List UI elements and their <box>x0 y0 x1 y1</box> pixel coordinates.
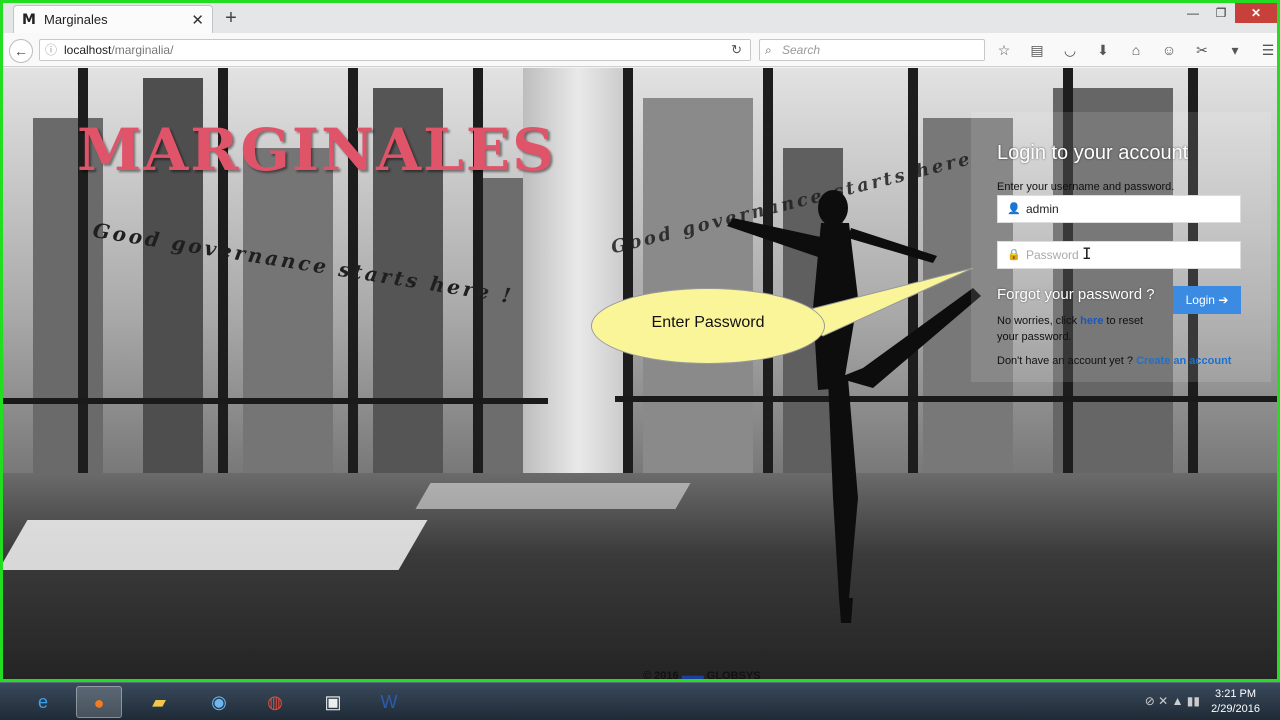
marginales-logo: MARGINALES <box>77 116 556 184</box>
thunderbird-icon[interactable]: ◉ <box>196 686 242 718</box>
tab-marginales[interactable]: M Marginales ✕ <box>13 5 213 33</box>
clock-date: 2/29/2016 <box>1211 703 1260 715</box>
reset-password-text: No worries, click here to reset your pas… <box>997 313 1157 345</box>
search-input[interactable]: ⌕ Search <box>759 39 985 61</box>
arrow-circle-icon: ➔ <box>1218 293 1229 307</box>
create-account-link[interactable]: Create an account <box>1136 355 1231 367</box>
login-title: Login to your account <box>997 142 1189 164</box>
back-button[interactable]: ← <box>9 39 33 63</box>
ballet-barre <box>3 398 548 404</box>
system-tray[interactable]: ⊘ ✕ ▲ ▮▮ <box>1145 694 1200 708</box>
navigation-bar: ← ⓘ localhost/marginalia/ ↻ ⌕ Search ☆ ▤… <box>3 33 1277 67</box>
lock-icon: 🔒 <box>1007 249 1021 261</box>
word-icon[interactable]: W <box>366 686 412 718</box>
reading-list-icon[interactable]: ▤ <box>1026 39 1048 61</box>
password-placeholder: Password <box>1026 248 1079 262</box>
callout-text: Enter Password <box>651 314 765 331</box>
home-icon[interactable]: ⌂ <box>1125 39 1147 61</box>
password-field[interactable]: 🔒 Password <box>997 241 1241 269</box>
close-window-icon[interactable]: ✕ <box>1235 3 1277 23</box>
globsys-logo-icon: ▬▬ <box>681 670 704 679</box>
new-tab-button[interactable]: + <box>221 7 241 29</box>
tab-title: Marginales <box>44 12 108 27</box>
web-page: MARGINALES Good governance starts here !… <box>3 68 1277 679</box>
minimize-icon[interactable]: — <box>1179 3 1207 23</box>
clock[interactable]: 3:21 PM 2/29/2016 <box>1211 687 1260 717</box>
floor-light <box>3 520 428 570</box>
chrome-icon[interactable]: ◍ <box>252 686 298 718</box>
overflow-arrow-icon[interactable]: ▾ <box>1224 39 1246 61</box>
login-button[interactable]: Login ➔ <box>1173 286 1241 314</box>
restore-icon[interactable]: ❐ <box>1207 3 1235 23</box>
chat-icon[interactable]: ☺ <box>1158 39 1180 61</box>
clock-time: 3:21 PM <box>1215 688 1257 700</box>
reload-icon[interactable]: ↻ <box>731 40 742 60</box>
reset-text-prefix: No worries, click <box>997 315 1081 327</box>
pocket-icon[interactable]: ◡ <box>1059 39 1081 61</box>
menu-icon[interactable]: ☰ <box>1257 39 1277 61</box>
url-host: localhost <box>64 43 112 57</box>
user-icon: 👤 <box>1007 203 1021 215</box>
username-field[interactable]: 👤 admin <box>997 195 1241 223</box>
favicon-icon: M <box>22 11 36 28</box>
building <box>243 148 333 478</box>
window-mullion <box>623 68 633 478</box>
login-button-label: Login <box>1185 293 1215 307</box>
tab-strip: M Marginales ✕ + — ❐ ✕ <box>3 3 1277 33</box>
close-tab-icon[interactable]: ✕ <box>191 11 204 29</box>
url-path: /marginalia/ <box>111 43 174 57</box>
firefox-icon[interactable]: ● <box>76 686 122 718</box>
url-bar[interactable]: ⓘ localhost/marginalia/ ↻ <box>39 39 751 61</box>
copyright-brand: GLOBSYS <box>706 670 761 679</box>
downloads-icon[interactable]: ⬇ <box>1092 39 1114 61</box>
toolbar-icons: ☆ ▤ ◡ ⬇ ⌂ ☺ ✂ ▾ ☰ <box>993 39 1277 61</box>
file-explorer-icon[interactable]: ▰ <box>136 686 182 718</box>
window-controls: — ❐ ✕ <box>1179 3 1277 23</box>
copyright: © 2016 ▬▬ GLOBSYS <box>643 670 761 679</box>
search-icon: ⌕ <box>765 43 772 57</box>
create-account-text: Don't have an account yet ? Create an ac… <box>997 355 1231 367</box>
bookmark-star-icon[interactable]: ☆ <box>993 39 1015 61</box>
browser-window: M Marginales ✕ + — ❐ ✕ ← ⓘ localhost/mar… <box>0 0 1280 682</box>
no-account-prefix: Don't have an account yet ? <box>997 355 1137 367</box>
text-cursor-icon: I <box>1082 244 1092 263</box>
username-value: admin <box>1026 202 1059 216</box>
site-info-icon[interactable]: ⓘ <box>45 40 57 60</box>
search-placeholder: Search <box>782 43 821 57</box>
copyright-prefix: © 2016 <box>643 670 679 679</box>
internet-explorer-icon[interactable]: e <box>20 686 66 718</box>
forgot-password-label: Forgot your password ? <box>997 286 1155 303</box>
reset-password-link[interactable]: here <box>1080 315 1103 327</box>
login-subtitle: Enter your username and password. <box>997 181 1175 193</box>
windows-taskbar: e ● ▰ ◉ ◍ ▣ W ⊘ ✕ ▲ ▮▮ 3:21 PM 2/29/2016 <box>0 682 1280 720</box>
extension-icon[interactable]: ✂ <box>1191 39 1213 61</box>
floor-light <box>415 483 691 509</box>
app-window-icon[interactable]: ▣ <box>310 686 356 718</box>
